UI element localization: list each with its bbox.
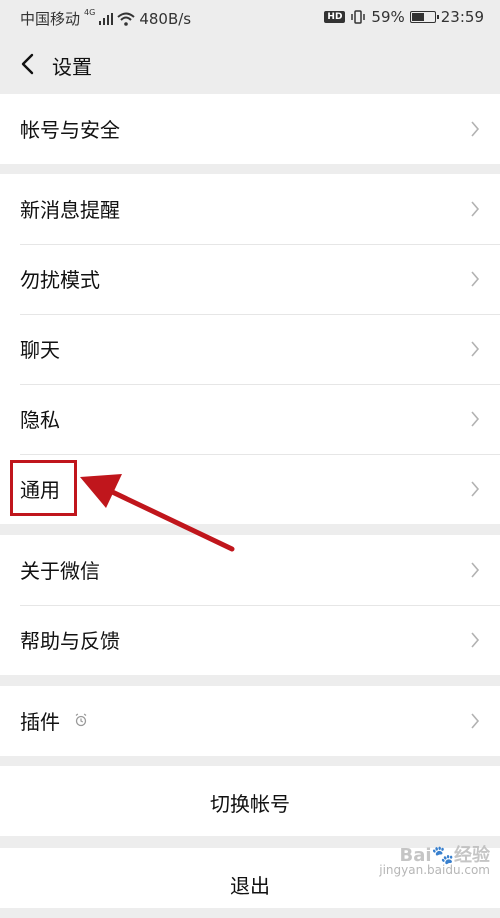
chevron-right-icon	[471, 632, 480, 648]
watermark-logo: Bai🐾经验	[399, 845, 490, 866]
watermark-url: jingyan.baidu.com	[379, 863, 490, 877]
switch-account-group: 切换帐号	[0, 766, 500, 836]
settings-group-plugins: 插件	[0, 686, 500, 756]
chevron-right-icon	[471, 481, 480, 497]
wifi-icon	[117, 12, 135, 26]
settings-group-account: 帐号与安全	[0, 94, 500, 164]
network-speed: 480B/s	[139, 9, 192, 28]
settings-item-label: 勿扰模式	[20, 268, 100, 292]
hd-badge: HD	[324, 11, 346, 23]
battery-fill	[411, 13, 425, 21]
settings-item-plugins[interactable]: 插件	[0, 686, 500, 756]
switch-account-button[interactable]: 切换帐号	[0, 766, 500, 836]
chevron-right-icon	[471, 713, 480, 729]
watermark: Bai🐾经验 jingyan.baidu.com	[379, 845, 490, 878]
settings-item-privacy[interactable]: 隐私	[0, 384, 500, 454]
chevron-right-icon	[471, 271, 480, 287]
settings-item-label: 新消息提醒	[20, 198, 120, 222]
carrier-name: 中国移动	[20, 10, 81, 28]
settings-item-label: 聊天	[20, 338, 60, 362]
battery-percent: 59%	[371, 8, 405, 26]
settings-item-label: 关于微信	[20, 559, 100, 583]
chevron-right-icon	[471, 341, 480, 357]
back-arrow-icon[interactable]	[16, 50, 40, 78]
battery-icon	[409, 11, 439, 23]
nav-bar: 设置	[0, 36, 500, 92]
chevron-right-icon	[471, 121, 480, 137]
settings-item-label: 插件	[20, 710, 60, 734]
settings-item-label: 帐号与安全	[20, 118, 120, 142]
settings-item-label: 隐私	[20, 408, 60, 432]
settings-item-help-feedback[interactable]: 帮助与反馈	[0, 605, 500, 675]
highlight-box	[10, 460, 77, 516]
settings-item-label: 帮助与反馈	[20, 629, 120, 653]
chevron-right-icon	[471, 411, 480, 427]
network-type: 4G	[84, 8, 96, 17]
plugin-alarm-icon	[75, 713, 87, 727]
status-bar: 中国移动 4G 480B/s HD 59% 23:59	[0, 0, 500, 36]
signal-icon	[99, 12, 114, 25]
status-right: HD 59% 23:59	[324, 8, 484, 26]
settings-group-about: 关于微信 帮助与反馈	[0, 535, 500, 675]
clock: 23:59	[440, 8, 484, 26]
settings-item-new-message-alerts[interactable]: 新消息提醒	[0, 174, 500, 244]
status-left: 中国移动 4G 480B/s	[20, 8, 191, 29]
settings-item-account-security[interactable]: 帐号与安全	[0, 94, 500, 164]
switch-account-label: 切换帐号	[210, 792, 290, 816]
settings-item-about-wechat[interactable]: 关于微信	[0, 535, 500, 605]
settings-item-do-not-disturb[interactable]: 勿扰模式	[0, 244, 500, 314]
settings-item-chat[interactable]: 聊天	[0, 314, 500, 384]
page-title: 设置	[52, 55, 92, 79]
vibrate-icon	[351, 10, 366, 24]
chevron-right-icon	[471, 562, 480, 578]
chevron-right-icon	[471, 201, 480, 217]
